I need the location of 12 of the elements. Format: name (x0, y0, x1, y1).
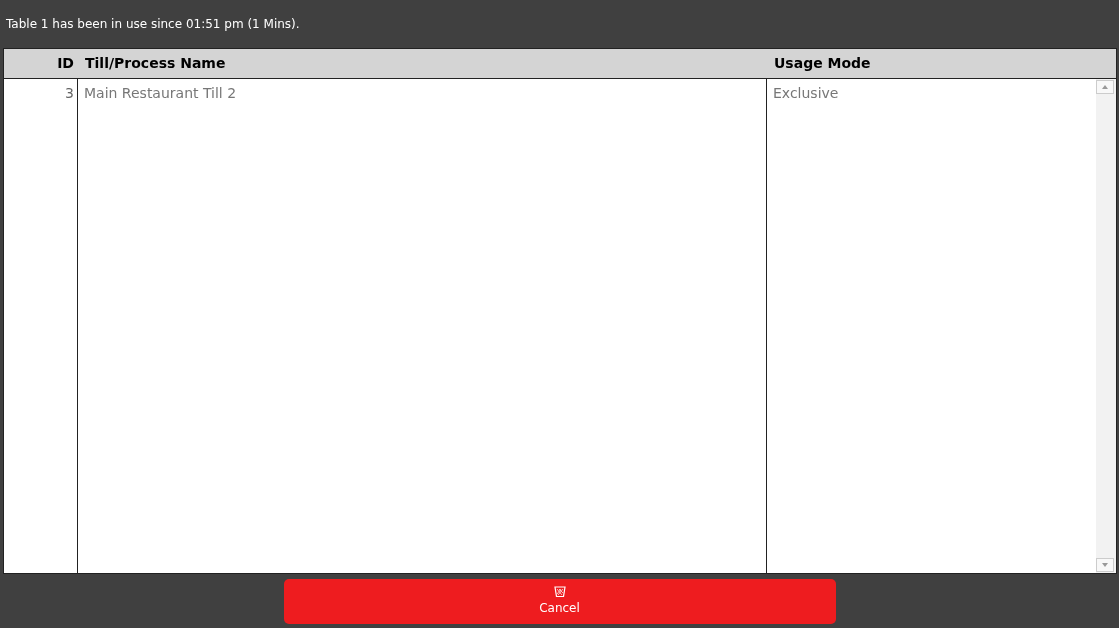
cancel-button[interactable]: Cancel (283, 578, 836, 624)
scrollbar[interactable] (1096, 79, 1116, 573)
table-cell-text: Main Restaurant Till 2 (84, 83, 237, 103)
column-header: Till/Process Name (84, 54, 227, 73)
table-cell-text: 3 (65, 83, 74, 103)
column-header: Usage Mode (773, 54, 871, 73)
scroll-down-icon[interactable] (1096, 558, 1114, 572)
status-message: Table 1 has been in use since 01:51 pm (1 Mins). (6, 16, 300, 33)
scroll-up-icon[interactable] (1096, 80, 1114, 94)
table-cell-text: Exclusive (773, 83, 839, 103)
column-header: ID (56, 54, 75, 73)
trash-bin-icon (553, 585, 566, 597)
